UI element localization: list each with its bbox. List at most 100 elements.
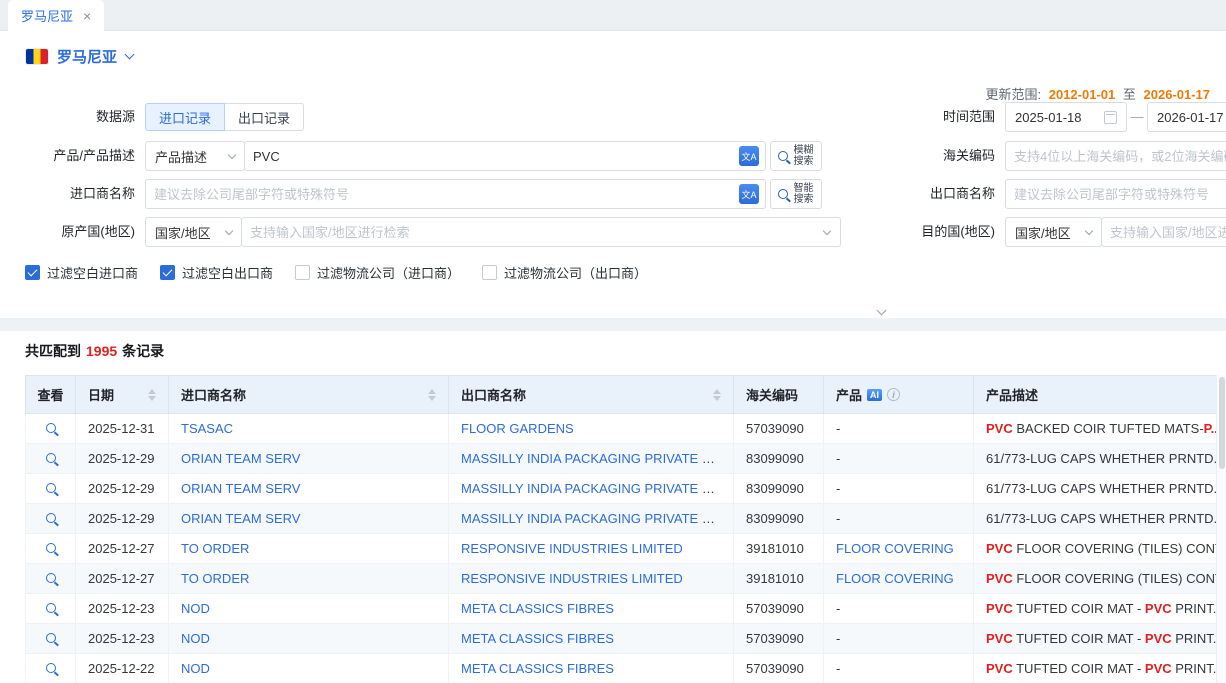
filter-checkbox-1[interactable]: 过滤空白出口商: [160, 263, 273, 282]
filter-checkbox-0[interactable]: 过滤空白进口商: [25, 263, 138, 282]
checkbox-icon[interactable]: [295, 265, 310, 280]
table-row: 2025-12-27TO ORDERRESPONSIVE INDUSTRIES …: [26, 564, 1217, 594]
exporter-link[interactable]: MASSILLY INDIA PACKAGING PRIVATE LIMI...: [461, 481, 734, 496]
time-range-end-input[interactable]: 2026-01-17: [1147, 102, 1226, 132]
exporter-link[interactable]: MASSILLY INDIA PACKAGING PRIVATE LIMI...: [461, 511, 734, 526]
product-link[interactable]: FLOOR COVERING: [836, 571, 954, 586]
calendar-icon: [1104, 111, 1117, 124]
view-cell: [26, 564, 76, 594]
header-date[interactable]: 日期: [76, 376, 169, 414]
results-table: 查看 日期 进口商名称: [25, 375, 1216, 683]
importer-link[interactable]: NOD: [181, 601, 210, 616]
header-importer[interactable]: 进口商名称: [169, 376, 449, 414]
product-cell: -: [824, 654, 974, 683]
sort-icons[interactable]: [422, 389, 436, 401]
exporter-cell: MASSILLY INDIA PACKAGING PRIVATE LIMI...: [449, 444, 734, 474]
exporter-link[interactable]: RESPONSIVE INDUSTRIES LIMITED: [461, 541, 683, 556]
exporter-link[interactable]: META CLASSICS FIBRES: [461, 601, 614, 616]
header-view-label: 查看: [37, 388, 63, 403]
checkbox-icon[interactable]: [25, 265, 40, 280]
destination-region-select[interactable]: 国家/地区: [1005, 217, 1102, 247]
vertical-scrollbar[interactable]: [1216, 375, 1226, 683]
description-cell: 61/773-LUG CAPS WHETHER PRNTD...: [974, 474, 1217, 504]
view-detail-icon[interactable]: [46, 513, 56, 523]
scrollbar-thumb[interactable]: [1219, 377, 1225, 469]
destination-input[interactable]: [1102, 225, 1226, 240]
view-detail-icon[interactable]: [46, 633, 56, 643]
header-product-label: 产品: [836, 385, 862, 404]
description-cell: 61/773-LUG CAPS WHETHER PRNTD...: [974, 504, 1217, 534]
filter-checkbox-3[interactable]: 过滤物流公司（出口商）: [482, 263, 647, 282]
tab-close-icon[interactable]: ×: [83, 9, 91, 23]
fuzzy-search-label: 模糊搜索: [793, 145, 814, 167]
exporter-link[interactable]: META CLASSICS FIBRES: [461, 631, 614, 646]
exporter-link[interactable]: MASSILLY INDIA PACKAGING PRIVATE LIMI...: [461, 451, 734, 466]
collapse-panel-button[interactable]: [866, 301, 896, 317]
importer-link[interactable]: ORIAN TEAM SERV: [181, 511, 300, 526]
importer-link[interactable]: TSASAC: [181, 421, 233, 436]
sort-desc-icon[interactable]: [148, 396, 156, 401]
view-cell: [26, 414, 76, 444]
importer-link[interactable]: NOD: [181, 631, 210, 646]
view-detail-icon[interactable]: [46, 423, 56, 433]
sort-asc-icon[interactable]: [713, 389, 721, 394]
header-exporter[interactable]: 出口商名称: [449, 376, 734, 414]
product-cell: -: [824, 474, 974, 504]
exporter-cell: MASSILLY INDIA PACKAGING PRIVATE LIMI...: [449, 474, 734, 504]
product-type-select[interactable]: 产品描述: [145, 141, 245, 171]
product-cell: FLOOR COVERING: [824, 564, 974, 594]
data-source-label: 数据源: [0, 102, 135, 132]
export-records-button[interactable]: 出口记录: [225, 103, 304, 131]
view-detail-icon[interactable]: [46, 663, 56, 673]
origin-region-select[interactable]: 国家/地区: [145, 217, 242, 247]
exporter-cell: MASSILLY INDIA PACKAGING PRIVATE LIMI...: [449, 504, 734, 534]
view-detail-icon[interactable]: [46, 453, 56, 463]
filter-checkbox-2[interactable]: 过滤物流公司（进口商）: [295, 263, 460, 282]
sort-desc-icon[interactable]: [428, 396, 436, 401]
header-hs-code-label: 海关编码: [746, 388, 798, 403]
sort-asc-icon[interactable]: [148, 389, 156, 394]
importer-link[interactable]: ORIAN TEAM SERV: [181, 451, 300, 466]
product-cell: -: [824, 624, 974, 654]
exporter-link[interactable]: FLOOR GARDENS: [461, 421, 574, 436]
view-detail-icon[interactable]: [46, 543, 56, 553]
import-records-button[interactable]: 进口记录: [145, 103, 225, 131]
info-icon[interactable]: i: [887, 388, 900, 401]
translate-icon[interactable]: 文A: [739, 184, 759, 204]
checkbox-icon[interactable]: [160, 265, 175, 280]
view-detail-icon[interactable]: [46, 603, 56, 613]
smart-search-button[interactable]: 智能搜索: [770, 179, 822, 209]
importer-link[interactable]: NOD: [181, 661, 210, 676]
summary-prefix: 共匹配到: [25, 343, 81, 359]
sort-desc-icon[interactable]: [713, 396, 721, 401]
title-chevron-down-icon[interactable]: [125, 50, 135, 60]
time-range-start-input[interactable]: 2025-01-18: [1005, 102, 1127, 132]
hs-code-cell: 83099090: [734, 504, 824, 534]
romania-flag-icon: [26, 49, 48, 64]
translate-icon[interactable]: 文A: [739, 146, 759, 166]
checkbox-icon[interactable]: [482, 265, 497, 280]
importer-link[interactable]: TO ORDER: [181, 541, 249, 556]
view-detail-icon[interactable]: [46, 573, 56, 583]
tab-romania[interactable]: 罗马尼亚 ×: [8, 0, 104, 31]
sort-icons[interactable]: [142, 389, 156, 401]
exporter-input[interactable]: [1006, 187, 1226, 202]
sort-asc-icon[interactable]: [428, 389, 436, 394]
importer-link[interactable]: ORIAN TEAM SERV: [181, 481, 300, 496]
results-count: 1995: [86, 343, 117, 359]
sort-icons[interactable]: [707, 389, 721, 401]
fuzzy-search-button[interactable]: 模糊搜索: [770, 141, 822, 171]
view-detail-icon[interactable]: [46, 483, 56, 493]
hs-code-input[interactable]: [1006, 149, 1226, 164]
destination-label: 目的国(地区): [872, 217, 995, 247]
origin-input[interactable]: [242, 225, 824, 240]
exporter-link[interactable]: META CLASSICS FIBRES: [461, 661, 614, 676]
importer-link[interactable]: TO ORDER: [181, 571, 249, 586]
exporter-link[interactable]: RESPONSIVE INDUSTRIES LIMITED: [461, 571, 683, 586]
product-link[interactable]: FLOOR COVERING: [836, 541, 954, 556]
description-cell: PVC TUFTED COIR MAT - PVC PRINT...: [974, 654, 1217, 683]
search-icon: [778, 151, 788, 161]
importer-input[interactable]: [146, 187, 739, 202]
time-range-separator: —: [1130, 102, 1144, 132]
product-input[interactable]: [245, 149, 739, 164]
